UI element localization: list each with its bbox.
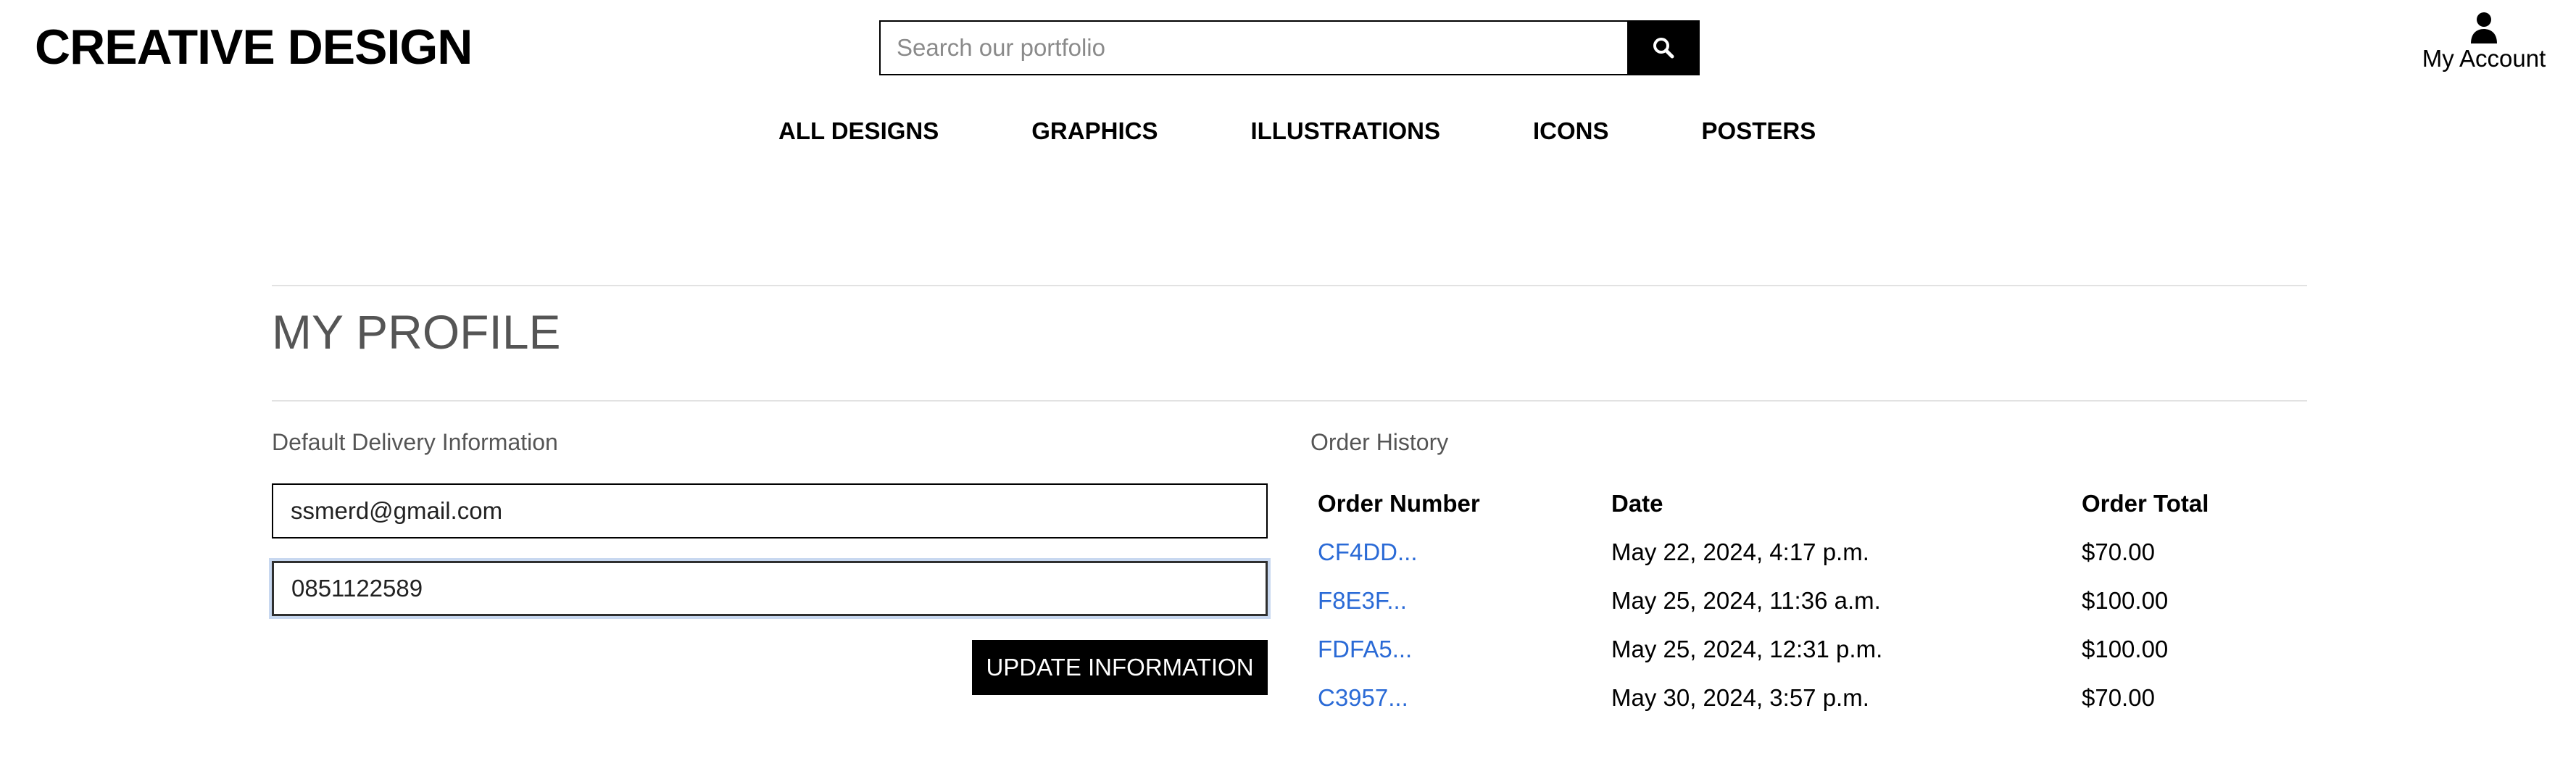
nav-item-posters[interactable]: POSTERS (1702, 117, 1816, 145)
update-information-button[interactable]: UPDATE INFORMATION (972, 640, 1268, 695)
order-history-heading: Order History (1310, 429, 1449, 455)
table-row: CF4DD... May 22, 2024, 4:17 p.m. $70.00 (1310, 529, 2292, 578)
order-date: May 30, 2024, 3:57 p.m. (1611, 683, 1869, 711)
phone-field[interactable] (272, 561, 1268, 616)
order-total: $70.00 (2082, 683, 2155, 711)
email-field[interactable] (272, 483, 1268, 538)
table-header-row: Order Number Date Order Total (1310, 478, 2292, 529)
nav-item-graphics[interactable]: GRAPHICS (1031, 117, 1158, 145)
column-header-date: Date (1611, 490, 1663, 517)
page: CREATIVE DESIGN My Account ALL DESIGNS G… (0, 0, 2576, 761)
table-row: FDFA5... May 25, 2024, 12:31 p.m. $100.0… (1310, 626, 2292, 675)
order-date: May 25, 2024, 12:31 p.m. (1611, 635, 1883, 662)
user-icon (2471, 12, 2497, 43)
brand-logo[interactable]: CREATIVE DESIGN (35, 16, 473, 78)
order-number-link[interactable]: CF4DD... (1318, 538, 1418, 565)
my-account-label: My Account (2422, 45, 2546, 72)
search-form (879, 20, 1700, 75)
order-number-link[interactable]: F8E3F... (1318, 587, 1407, 614)
my-account-link[interactable]: My Account (2415, 12, 2553, 72)
search-input[interactable] (879, 20, 1627, 75)
column-header-order-total: Order Total (2082, 490, 2209, 517)
order-date: May 25, 2024, 11:36 a.m. (1611, 586, 1881, 614)
column-header-order-number: Order Number (1318, 490, 1480, 517)
search-button[interactable] (1627, 20, 1700, 75)
search-icon (1653, 38, 1674, 59)
table-row: F8E3F... May 25, 2024, 11:36 a.m. $100.0… (1310, 578, 2292, 626)
page-title: MY PROFILE (272, 305, 561, 359)
order-total: $100.00 (2082, 586, 2169, 614)
delivery-info-heading: Default Delivery Information (272, 429, 558, 455)
divider-middle (272, 400, 2307, 402)
order-number-link[interactable]: FDFA5... (1318, 636, 1412, 662)
order-history-table: Order Number Date Order Total CF4DD... M… (1310, 478, 2292, 723)
order-number-link[interactable]: C3957... (1318, 684, 1408, 711)
order-total: $70.00 (2082, 538, 2155, 565)
order-total: $100.00 (2082, 635, 2169, 662)
nav-item-icons[interactable]: ICONS (1533, 117, 1609, 145)
table-row: C3957... May 30, 2024, 3:57 p.m. $70.00 (1310, 675, 2292, 723)
nav-item-all-designs[interactable]: ALL DESIGNS (778, 117, 939, 145)
main-nav: ALL DESIGNS GRAPHICS ILLUSTRATIONS ICONS… (778, 117, 1816, 145)
divider-top (272, 285, 2307, 286)
nav-item-illustrations[interactable]: ILLUSTRATIONS (1250, 117, 1440, 145)
order-date: May 22, 2024, 4:17 p.m. (1611, 538, 1869, 565)
